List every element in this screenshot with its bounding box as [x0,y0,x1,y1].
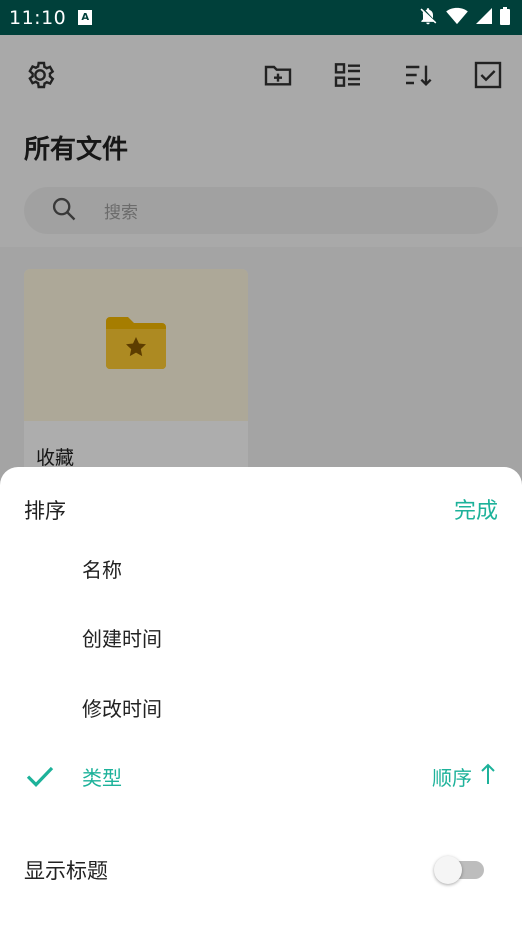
status-bar: 11:10 A [0,0,522,35]
sort-option-label: 类型 [82,765,122,790]
sort-order-toggle[interactable]: 顺序 [432,762,496,791]
sort-option-modified-time[interactable]: 修改时间 [0,675,522,739]
sort-option-created-time[interactable]: 创建时间 [0,605,522,669]
sort-bottom-sheet: 排序 完成 名称 创建时间 修改时间 类型 顺序 显示标题 [0,467,522,928]
sheet-title: 排序 [24,499,66,523]
done-button[interactable]: 完成 [454,493,498,525]
wifi-icon [446,7,468,29]
arrow-up-icon [480,763,496,790]
battery-icon [500,6,510,29]
show-title-switch[interactable] [434,855,484,885]
notifications-off-icon [418,6,438,30]
sort-option-label: 名称 [82,557,122,582]
sort-option-name[interactable]: 名称 [0,536,522,600]
checkmark-icon [24,760,56,792]
sort-option-label: 创建时间 [82,626,162,651]
show-title-label: 显示标题 [24,859,108,883]
sort-option-type[interactable]: 类型 顺序 [0,744,522,808]
switch-knob [434,856,462,884]
cellular-signal-icon [476,7,492,28]
status-time: 11:10 [9,6,67,29]
sort-option-label: 修改时间 [82,696,162,721]
accessibility-badge-icon: A [78,10,93,25]
sort-order-label: 顺序 [432,765,472,790]
